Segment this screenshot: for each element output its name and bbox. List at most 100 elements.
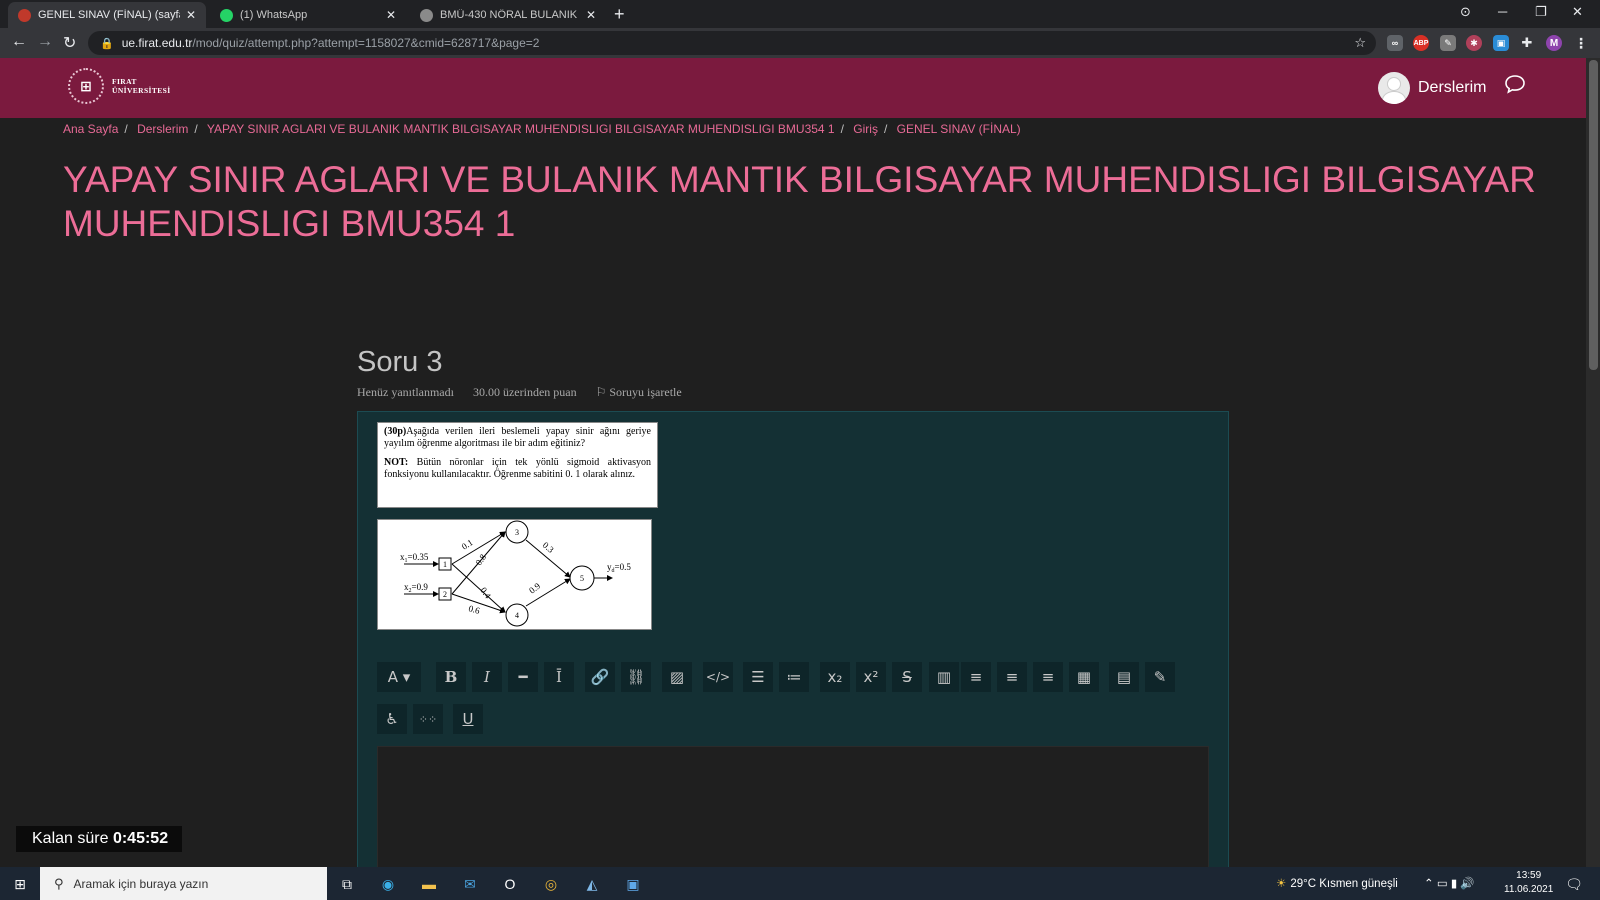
address-bar[interactable]: 🔒 ue.firat.edu.tr /mod/quiz/attempt.php?… <box>88 31 1376 55</box>
page-title: YAPAY SINIR AGLARI VE BULANIK MANTIK BIL… <box>63 159 1536 244</box>
extension-icon[interactable]: ▣ <box>1493 35 1509 51</box>
edit-html-button[interactable]: ✎ <box>1145 662 1175 692</box>
weight-label: 0.4 <box>478 585 493 600</box>
forward-icon[interactable]: → <box>37 33 53 51</box>
globe-icon <box>420 8 433 22</box>
mail-icon[interactable]: ✉ <box>460 874 480 894</box>
breadcrumb-section[interactable]: Giriş <box>853 122 878 136</box>
close-window-button[interactable]: ✕ <box>1572 4 1583 20</box>
tab-exam[interactable]: GENEL SINAV (FİNAL) (sayfa 3 / 4 ✕ <box>8 2 206 28</box>
messages-icon[interactable] <box>1504 73 1526 95</box>
restore-button[interactable]: ❐ <box>1535 4 1547 20</box>
tab-whatsapp[interactable]: (1) WhatsApp ✕ <box>210 2 406 28</box>
horizontal-rule-button[interactable]: ━ <box>508 662 538 692</box>
note-label: NOT: <box>384 457 409 468</box>
new-tab-button[interactable]: + <box>614 4 625 25</box>
extension-icon[interactable]: ∞ <box>1387 35 1403 51</box>
breadcrumb-course[interactable]: YAPAY SINIR AGLARI VE BULANIK MANTIK BIL… <box>207 122 835 136</box>
chrome-icon[interactable]: ◎ <box>541 874 561 894</box>
opera-icon[interactable]: O <box>500 874 520 894</box>
quiz-timer: Kalan süre 0:45:52 <box>16 826 183 852</box>
subscript-button[interactable]: x₂ <box>820 662 850 692</box>
close-tab-icon[interactable]: ✕ <box>186 8 196 22</box>
menu-icon[interactable]: ⋮ <box>1573 35 1589 51</box>
profile-avatar[interactable]: M <box>1546 35 1562 51</box>
taskbar-search[interactable]: ⚲ Aramak için buraya yazın <box>40 867 327 900</box>
question-content: (30p)Aşağıda verilen ileri beslemeli yap… <box>357 411 1229 867</box>
user-menu-label: Derslerim <box>1418 79 1487 96</box>
underline-button[interactable]: U <box>453 704 483 734</box>
numbered-list-button[interactable]: ≔ <box>779 662 809 692</box>
accessibility-checker-button[interactable]: ♿ <box>377 704 407 734</box>
node-label: 2 <box>443 590 447 599</box>
superscript-button[interactable]: x² <box>856 662 886 692</box>
user-avatar <box>1378 72 1410 104</box>
photos-icon[interactable]: ▣ <box>623 874 643 894</box>
media-button[interactable]: </> <box>703 662 733 692</box>
notifications-icon[interactable]: 🗨 <box>1564 874 1584 894</box>
question-info: Henüz yanıtlanmadı 30.00 üzerinden puan … <box>357 385 714 400</box>
network-diagram: x1=0.35 x2=0.9 0.1 0.8 0.4 0.6 0.3 0.9 1… <box>377 519 652 630</box>
bullet-list-button[interactable]: ☰ <box>743 662 773 692</box>
flag-question-link[interactable]: ⚐ Soruyu işaretle <box>596 385 698 399</box>
bold-button[interactable]: B <box>436 662 466 692</box>
image-button[interactable]: ▨ <box>662 662 692 692</box>
extension-icon[interactable]: ✱ <box>1466 35 1482 51</box>
back-icon[interactable]: ← <box>11 33 27 51</box>
strikethrough-button[interactable]: S <box>892 662 922 692</box>
puzzle-icon[interactable]: ✚ <box>1519 35 1535 51</box>
font-style-dropdown[interactable]: A ▾ <box>377 662 421 692</box>
editor-toolbar: A ▾ B I ━ Ī 🔗 ⛓ ▨ </> ☰ ≔ x₂ x² S ▥ ≡ ≡ … <box>377 662 1207 744</box>
clear-formatting-button[interactable]: Ī <box>544 662 574 692</box>
align-right-button[interactable]: ≡ <box>1033 662 1063 692</box>
node-label: 4 <box>515 611 519 620</box>
app-icon[interactable]: ◭ <box>582 874 602 894</box>
weight-label: 0.3 <box>541 540 556 555</box>
adblock-icon[interactable]: ABP <box>1413 35 1429 51</box>
breadcrumb-quiz[interactable]: GENEL SINAV (FİNAL) <box>897 122 1021 136</box>
equation-button[interactable]: ▤ <box>1109 662 1139 692</box>
link-button[interactable]: 🔗 <box>585 662 615 692</box>
breadcrumb-courses[interactable]: Derslerim <box>137 122 188 136</box>
target-output-label: yd=0.5 <box>607 562 631 574</box>
page-scrollbar[interactable] <box>1586 58 1600 867</box>
close-tab-icon[interactable]: ✕ <box>386 8 396 22</box>
flag-icon: ⚐ <box>595 385 607 399</box>
tab-title: GENEL SINAV (FİNAL) (sayfa 3 / 4 <box>38 9 180 21</box>
taskbar-clock[interactable]: 13:59 11.06.2021 <box>1504 869 1553 897</box>
tray-icons[interactable]: ⌃ ▭ ▮ 🔊 <box>1424 876 1475 890</box>
reload-icon[interactable]: ↻ <box>63 33 76 53</box>
note-text: Bütün nöronlar için tek yönlü sigmoid ak… <box>384 457 651 480</box>
italic-button[interactable]: I <box>472 662 502 692</box>
bookmark-star-icon[interactable]: ☆ <box>1354 35 1366 51</box>
edge-icon[interactable]: ◉ <box>378 874 398 894</box>
university-logo[interactable]: ⊞ FIRAT ÜNİVERSİTESİ <box>68 68 171 104</box>
breadcrumb-home[interactable]: Ana Sayfa <box>63 122 118 136</box>
scrollbar-thumb[interactable] <box>1589 60 1598 370</box>
breadcrumb: Ana Sayfa / Derslerim / YAPAY SINIR AGLARI… <box>63 122 1021 136</box>
unlink-button[interactable]: ⛓ <box>621 662 651 692</box>
windows-start-icon[interactable]: ⊞ <box>10 874 30 894</box>
input-x2-label: x2=0.9 <box>404 582 428 594</box>
site-header: ⊞ FIRAT ÜNİVERSİTESİ Derslerim <box>0 58 1586 118</box>
close-tab-icon[interactable]: ✕ <box>586 8 596 22</box>
extension-icon[interactable]: ✎ <box>1440 35 1456 51</box>
node-label: 1 <box>443 560 447 569</box>
weather-widget[interactable]: ☀ 29°C Kısmen güneşli <box>1276 876 1398 890</box>
tab-search-icon[interactable]: ⊙ <box>1460 4 1471 20</box>
tab-title: BMÜ-430 NÖRAL BULANIK KONT <box>440 9 580 21</box>
answer-editor[interactable] <box>377 746 1209 867</box>
align-left-button[interactable]: ≡ <box>961 662 991 692</box>
browser-toolbar: ← → ↻ 🔒 ue.firat.edu.tr /mod/quiz/attemp… <box>0 28 1600 58</box>
file-explorer-icon[interactable]: ▬ <box>419 874 439 894</box>
table-button[interactable]: ▦ <box>1069 662 1099 692</box>
columns-button[interactable]: ▥ <box>929 662 959 692</box>
tab-course[interactable]: BMÜ-430 NÖRAL BULANIK KONT ✕ <box>410 2 606 28</box>
minimize-button[interactable]: ─ <box>1498 4 1507 19</box>
task-view-icon[interactable]: ⧉ <box>337 874 357 894</box>
user-menu[interactable]: Derslerim <box>1378 72 1486 104</box>
question-heading: Soru 3 <box>357 346 443 378</box>
special-characters-button[interactable]: ⁘⁘ <box>413 704 443 734</box>
logo-line1: FIRAT <box>112 77 137 86</box>
align-center-button[interactable]: ≡ <box>997 662 1027 692</box>
